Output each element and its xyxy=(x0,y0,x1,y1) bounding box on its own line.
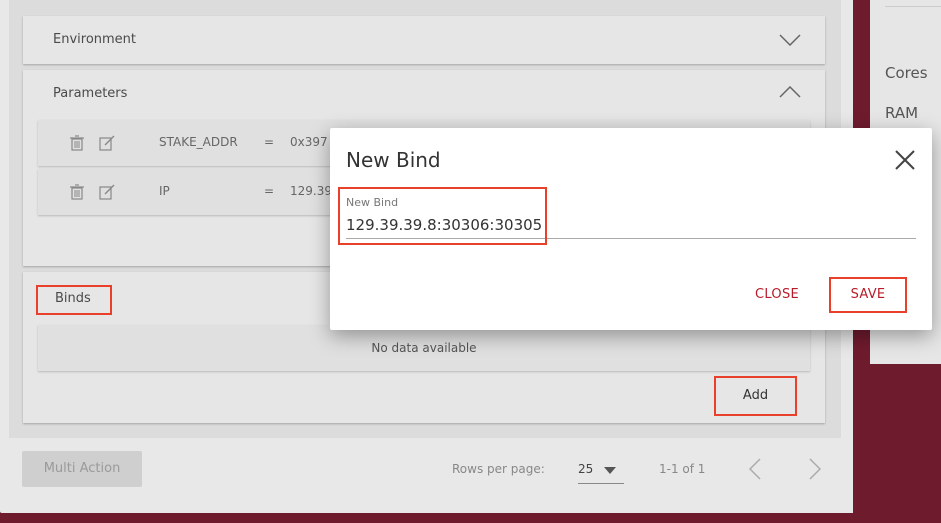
rows-per-page-select[interactable]: 25 xyxy=(578,454,624,484)
table-footer: Multi Action Rows per page: 25 1-1 of 1 xyxy=(9,438,841,500)
save-highlight xyxy=(829,277,907,313)
environment-panel[interactable]: Environment xyxy=(23,16,825,64)
field-highlight xyxy=(338,187,547,245)
chevron-up-icon[interactable] xyxy=(779,86,801,98)
edit-icon[interactable] xyxy=(99,184,115,200)
cores-label: Cores xyxy=(885,64,928,82)
parameter-equals: = xyxy=(264,135,275,149)
binds-highlight xyxy=(36,285,112,315)
divider xyxy=(885,6,941,7)
trash-icon[interactable] xyxy=(69,184,85,200)
parameter-key: IP xyxy=(159,184,170,198)
chevron-down-icon[interactable] xyxy=(779,34,801,46)
edit-icon[interactable] xyxy=(99,135,115,151)
parameter-value: 129.39. xyxy=(290,184,336,198)
new-bind-dialog: New Bind New Bind CLOSE SAVE xyxy=(330,128,932,330)
trash-icon[interactable] xyxy=(69,135,85,151)
rows-per-page-label: Rows per page: xyxy=(452,462,545,476)
parameter-value: 0x397 xyxy=(290,135,328,149)
parameter-equals: = xyxy=(264,184,275,198)
parameters-title: Parameters xyxy=(53,86,128,101)
close-button[interactable]: CLOSE xyxy=(747,280,807,310)
caret-down-icon xyxy=(604,467,616,474)
chevron-right-icon[interactable] xyxy=(809,458,821,480)
ram-label: RAM xyxy=(885,104,919,122)
rows-per-page-value: 25 xyxy=(578,462,594,476)
parameter-key: STAKE_ADDR xyxy=(159,135,238,149)
environment-title: Environment xyxy=(53,32,137,47)
pagination-range: 1-1 of 1 xyxy=(659,462,706,476)
dialog-title: New Bind xyxy=(346,148,441,172)
chevron-left-icon[interactable] xyxy=(749,458,761,480)
add-highlight xyxy=(714,376,797,416)
close-icon[interactable] xyxy=(893,148,917,172)
binds-empty-state: No data available xyxy=(38,325,810,371)
multi-action-button[interactable]: Multi Action xyxy=(22,451,142,487)
